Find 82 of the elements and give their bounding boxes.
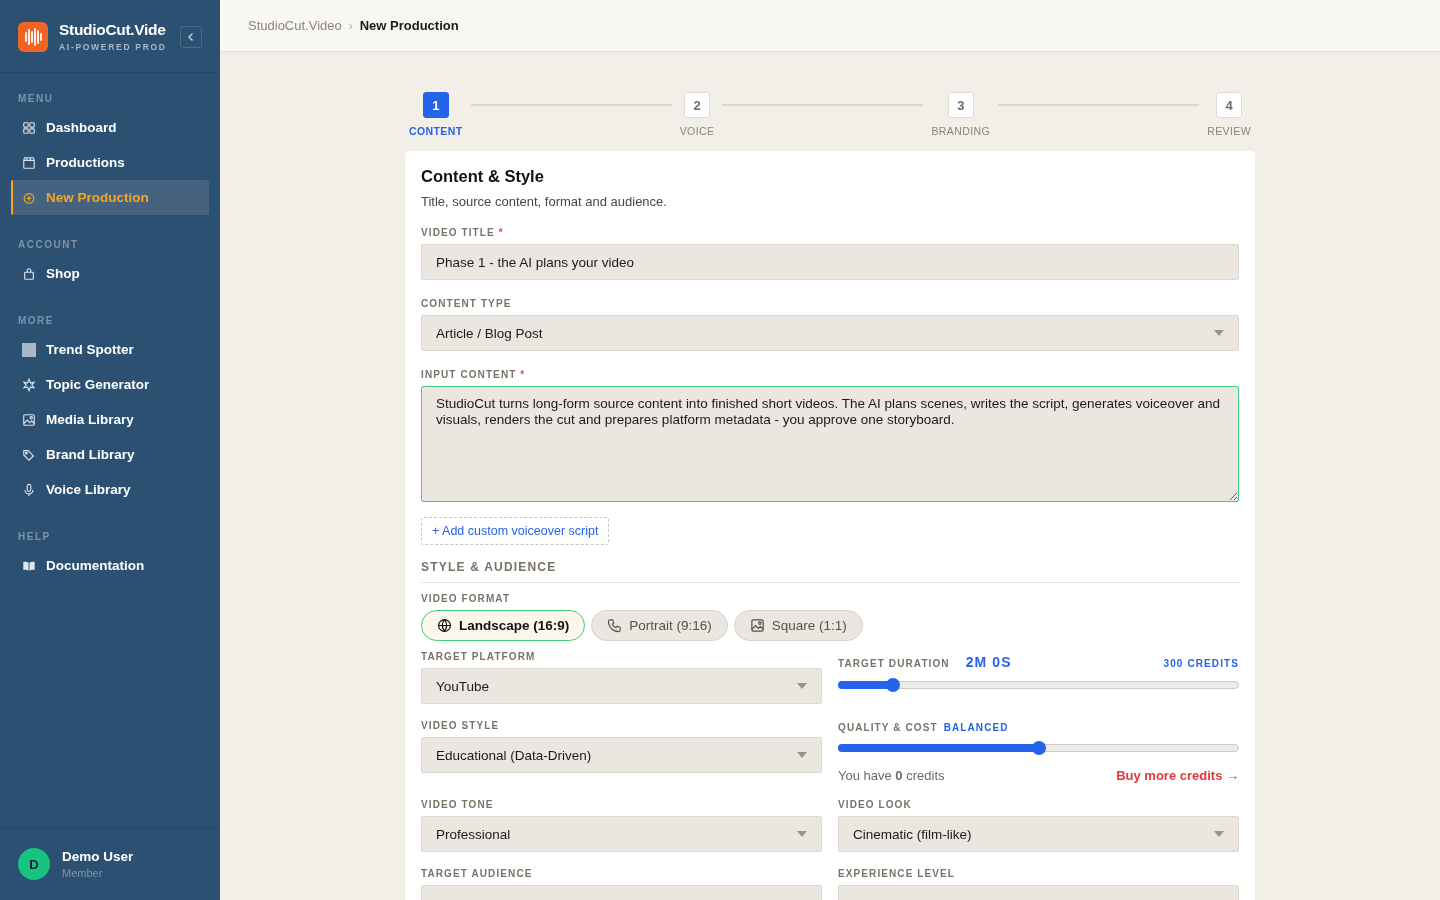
nav-item[interactable]: Media Library: [11, 402, 209, 437]
step-tab[interactable]: 3 BRANDING: [931, 92, 991, 137]
field-label: VIDEO FORMAT: [421, 593, 512, 604]
logo-icon: [18, 21, 48, 52]
image-icon: [22, 412, 36, 427]
caret-icon: [797, 683, 807, 689]
slider-thumb[interactable]: [1031, 741, 1046, 755]
step-tab[interactable]: 2 VOICE: [679, 92, 715, 137]
step-tab[interactable]: 4 REVIEW: [1207, 92, 1251, 137]
user-name: Demo User: [62, 849, 134, 864]
dropdown[interactable]: YouTube: [421, 668, 822, 704]
credits-cost: 300 CREDITS: [1163, 658, 1239, 669]
field-label: VIDEO TONE: [421, 799, 495, 810]
credits-note: You have 0 credits: [838, 768, 945, 783]
clapperboard-icon: [22, 155, 36, 170]
field-label: VIDEO TITLE: [421, 227, 495, 238]
field-label: EXPERIENCE LEVEL: [838, 868, 957, 879]
field-label: QUALITY & COST: [838, 722, 938, 733]
globe-icon: [437, 618, 452, 633]
dropdown[interactable]: Professional: [421, 816, 822, 852]
section-label: MENU: [17, 92, 55, 106]
breadcrumb-separator: ›: [348, 18, 353, 33]
card-title: Content & Style: [421, 167, 545, 186]
plus-circle-icon: [22, 190, 36, 205]
section-label: ACCOUNT: [17, 238, 80, 252]
format-option[interactable]: Portrait (9:16): [591, 610, 728, 641]
section-label: MORE: [17, 314, 55, 328]
title-input[interactable]: Phase 1 - the AI plans your video: [421, 244, 1239, 280]
content-textarea[interactable]: StudioCut turns long-form source content into finished short videos. The AI plans scenes, writes the script, generates voiceover and visuals, renders the cut and prepares platform metadata - you approve one storyboard.: [421, 386, 1239, 502]
breadcrumb-item: New Production: [359, 18, 459, 33]
brand-tagline: AI-POWERED PROD: [59, 42, 168, 52]
field-label: TARGET AUDIENCE: [421, 868, 534, 879]
nav-item[interactable]: Shop: [11, 256, 209, 291]
field-label: CONTENT TYPE: [421, 298, 513, 309]
caret-icon: [797, 752, 807, 758]
field-label: TARGET PLATFORM: [421, 651, 537, 662]
nav-item[interactable]: Dashboard: [11, 110, 209, 145]
avatar: D: [18, 848, 50, 880]
dropdown[interactable]: Cinematic (film-like): [838, 816, 1239, 852]
square-icon: [22, 342, 36, 357]
caret-icon: [1214, 831, 1224, 837]
card-subtitle: Title, source content, format and audience.: [421, 194, 668, 209]
slider[interactable]: [838, 741, 1239, 755]
caret-icon: [1214, 330, 1224, 336]
grid-icon: [22, 120, 36, 135]
nav-item[interactable]: Trend Spotter: [11, 332, 209, 367]
tag-icon: [22, 447, 36, 462]
add-script-button[interactable]: + Add custom voiceover script: [421, 517, 610, 545]
nav-item[interactable]: Documentation: [11, 548, 209, 583]
nav-item[interactable]: Topic Generator: [11, 367, 209, 402]
breadcrumb-item[interactable]: StudioCut.Video: [248, 18, 342, 33]
duration-value: 2M 0S: [965, 654, 1012, 670]
microphone-icon: [22, 482, 36, 497]
brand-name: StudioCut.Vide: [59, 21, 167, 39]
format-option[interactable]: Landscape (16:9): [421, 610, 586, 641]
caret-icon: [797, 831, 807, 837]
required-mark: *: [498, 227, 504, 238]
field-label: TARGET DURATION: [838, 658, 950, 669]
section-label: HELP: [17, 530, 52, 544]
field-label: INPUT CONTENT: [421, 369, 517, 380]
shopping-bag-icon: [22, 266, 36, 281]
field-label: VIDEO LOOK: [838, 799, 913, 810]
nav-item[interactable]: Voice Library: [11, 472, 209, 507]
collapse-button[interactable]: [180, 25, 202, 48]
chevron-left-icon: [186, 31, 196, 42]
nav-item[interactable]: Productions: [11, 145, 209, 180]
field-label: VIDEO STYLE: [421, 720, 501, 731]
star-icon: [22, 377, 36, 392]
required-mark: *: [520, 369, 526, 380]
buy-credits-link[interactable]: Buy more credits →: [1116, 768, 1239, 783]
phone-icon: [607, 618, 623, 633]
dropdown[interactable]: Article / Blog Post: [421, 315, 1239, 351]
slider-thumb[interactable]: [885, 678, 900, 692]
dropdown[interactable]: Educational (Data-Driven): [421, 737, 822, 773]
image-icon: [749, 618, 765, 633]
slider[interactable]: [838, 678, 1239, 692]
format-option[interactable]: Square (1:1): [733, 610, 863, 641]
section-heading: STYLE & AUDIENCE: [421, 560, 1239, 583]
step-tab[interactable]: 1 CONTENT: [409, 92, 463, 137]
nav-item[interactable]: Brand Library: [11, 437, 209, 472]
quality-value: BALANCED: [943, 722, 1009, 733]
user-role: Member: [62, 867, 104, 879]
